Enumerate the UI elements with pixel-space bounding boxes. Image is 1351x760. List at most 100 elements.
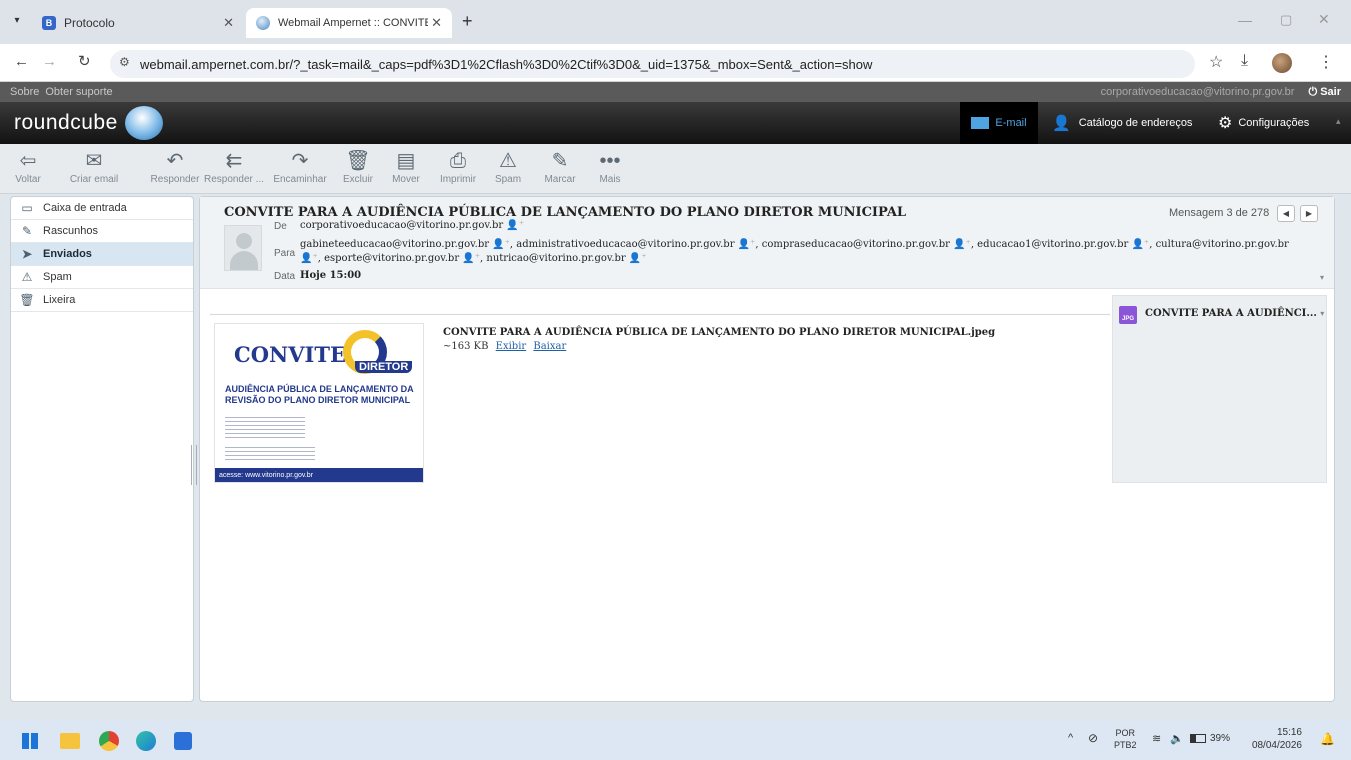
nav-settings[interactable]: ⚙ Configurações [1218, 113, 1309, 133]
nav-address-book[interactable]: 👤 Catálogo de endereços [1052, 114, 1192, 132]
logout-button[interactable]: ⏻ Sair [1308, 86, 1341, 99]
spam-button[interactable]: ⚠ Spam [486, 148, 530, 185]
view-attachment-link[interactable]: Exibir [496, 341, 527, 352]
recipient[interactable]: compraseducacao@vitorino.pr.gov.br [762, 239, 950, 250]
tray-chevron-icon[interactable]: ^ [1068, 732, 1073, 744]
download-icon[interactable]: ⤓ [1241, 52, 1248, 70]
location-off-icon: ⊘ [1088, 731, 1099, 745]
more-button[interactable]: ••• Mais [588, 148, 632, 185]
tab-search-dropdown-icon[interactable]: ▾ [8, 12, 26, 30]
bookmark-star-icon[interactable]: ☆ [1209, 52, 1223, 72]
folder-spam[interactable]: ⚠ Spam [11, 266, 193, 289]
windows-start-icon[interactable] [22, 733, 38, 749]
message-toolbar: ⇦ Voltar ✉ Criar email ↶ Responder ⇇ Respond… [0, 144, 1351, 194]
forward-arrow-icon[interactable]: → [42, 53, 57, 70]
chevron-down-icon[interactable]: ▾ [1320, 308, 1324, 318]
chrome-icon[interactable] [99, 731, 119, 751]
forward-button[interactable]: ↷ Encaminhar [268, 148, 332, 185]
person-icon: 👤 [1052, 115, 1071, 132]
tab-protocolo[interactable]: B Protocolo ✕ [32, 8, 244, 38]
folder-drafts[interactable]: ✎ Rascunhos [11, 220, 193, 243]
recipient[interactable]: gabineteeducacao@vitorino.pr.gov.br [300, 239, 489, 250]
wifi-icon[interactable]: ≋ [1152, 732, 1161, 745]
add-contact-icon[interactable]: 👤⁺ [629, 253, 647, 264]
back-button[interactable]: ⇦ Voltar [6, 148, 50, 185]
add-contact-icon[interactable]: 👤⁺ [300, 253, 318, 264]
app-logo[interactable]: roundcube [14, 111, 118, 135]
trash-icon: 🗑 [19, 293, 35, 307]
divider [210, 314, 1110, 315]
reply-button[interactable]: ↶ Responder [148, 148, 202, 185]
delete-button[interactable]: 🗑 Excluir [336, 148, 380, 185]
add-contact-icon[interactable]: 👤⁺ [953, 239, 971, 250]
minimize-button[interactable]: — [1238, 12, 1252, 28]
folder-sent[interactable]: ➤ Enviados [11, 243, 193, 266]
support-link[interactable]: Obter suporte [45, 86, 112, 98]
battery-icon[interactable] [1190, 734, 1206, 743]
close-icon[interactable]: ✕ [223, 15, 234, 31]
thumbnail-diretor: DIRETOR [355, 361, 413, 373]
avatar[interactable] [1272, 53, 1292, 73]
add-contact-icon[interactable]: 👤⁺ [492, 239, 510, 250]
add-contact-icon[interactable]: 👤⁺ [1131, 239, 1149, 250]
expand-header-icon[interactable]: ▾ [1320, 273, 1324, 282]
add-contact-icon[interactable]: 👤⁺ [738, 239, 756, 250]
header-collapse-icon[interactable]: ▴ [1336, 116, 1341, 127]
nav-email[interactable]: E-mail [960, 102, 1038, 144]
site-info-icon[interactable]: ⚙ [119, 55, 130, 69]
address-bar[interactable]: ⚙ webmail.ampernet.com.br/?_task=mail&_c… [110, 50, 1195, 78]
folder-label: Caixa de entrada [43, 202, 127, 214]
power-icon: ⏻ [1308, 85, 1318, 98]
volume-mute-icon[interactable]: 🔈 [1170, 732, 1184, 745]
menu-kebab-icon[interactable]: ⋮ [1318, 52, 1334, 72]
add-contact-icon[interactable]: 👤⁺ [506, 220, 524, 231]
recipient[interactable]: educacao1@vitorino.pr.gov.br [977, 239, 1128, 250]
about-link[interactable]: Sobre [10, 86, 39, 98]
recipient[interactable]: cultura@vitorino.pr.gov.br [1156, 239, 1289, 250]
tab-webmail[interactable]: Webmail Ampernet :: CONVITE ✕ [246, 8, 452, 38]
compose-button[interactable]: ✉ Criar email [62, 148, 126, 185]
close-icon[interactable]: ✕ [431, 15, 442, 31]
windows-taskbar: ^ ⊘ POR PTB2 ≋ 🔈 39% 15:16 08/04/2026 🔔 [0, 720, 1351, 760]
recipient[interactable]: nutricao@vitorino.pr.gov.br [486, 253, 625, 264]
browser-toolbar: ← → ↻ ⚙ webmail.ampernet.com.br/?_task=m… [0, 44, 1351, 82]
tab-favicon-icon: B [42, 16, 56, 30]
previous-message-button[interactable]: ◀ [1277, 205, 1295, 222]
language-indicator[interactable]: POR PTB2 [1114, 727, 1137, 751]
reload-icon[interactable]: ↻ [78, 52, 91, 70]
reply-all-button[interactable]: ⇇ Responder ... [202, 148, 266, 185]
download-attachment-link[interactable]: Baixar [533, 341, 566, 352]
more-icon: ••• [599, 150, 621, 172]
url-text: webmail.ampernet.com.br/?_task=mail&_cap… [140, 56, 873, 72]
inbox-icon: ▭ [21, 201, 33, 215]
attachment-thumbnail[interactable]: CONVITE DIRETOR AUDIÊNCIA PÚBLICA DE LAN… [214, 323, 424, 483]
clock[interactable]: 15:16 08/04/2026 [1250, 726, 1302, 752]
sender-avatar [224, 225, 262, 271]
move-button[interactable]: ▤ Mover [384, 148, 428, 185]
folder-trash[interactable]: 🗑 Lixeira [11, 289, 193, 312]
message-subject: CONVITE PARA A AUDIÊNCIA PÚBLICA DE LANÇ… [224, 205, 907, 220]
window-close-button[interactable]: ✕ [1318, 11, 1330, 28]
folder-label: Rascunhos [43, 225, 99, 237]
splitter-handle[interactable] [191, 445, 197, 485]
recipient[interactable]: administrativoeducacao@vitorino.pr.gov.b… [516, 239, 734, 250]
recipient[interactable]: esporte@vitorino.pr.gov.br [324, 253, 459, 264]
store-icon[interactable] [174, 732, 192, 750]
edge-icon[interactable] [136, 731, 156, 751]
new-tab-button[interactable]: + [462, 12, 473, 30]
attachment-item[interactable]: CONVITE PARA A AUDIÊNCI... ▾ [1145, 308, 1324, 319]
folder-inbox[interactable]: ▭ Caixa de entrada [11, 197, 193, 220]
notification-icon[interactable]: 🔔 [1320, 732, 1335, 746]
pencil-icon: ✎ [21, 224, 33, 238]
mark-button[interactable]: ✎ Marcar [538, 148, 582, 185]
next-message-button[interactable]: ▶ [1300, 205, 1318, 222]
folder-label: Spam [43, 271, 72, 283]
from-address[interactable]: corporativoeducacao@vitorino.pr.gov.br 👤… [300, 220, 524, 231]
file-explorer-icon[interactable] [60, 733, 80, 749]
print-button[interactable]: ⎙ Imprimir [434, 148, 482, 185]
maximize-button[interactable]: ▢ [1280, 12, 1292, 28]
add-contact-icon[interactable]: 👤⁺ [462, 253, 480, 264]
tab-title: Protocolo [64, 16, 115, 30]
image-file-icon: JPG [1119, 306, 1137, 324]
back-arrow-icon[interactable]: ← [14, 53, 29, 70]
